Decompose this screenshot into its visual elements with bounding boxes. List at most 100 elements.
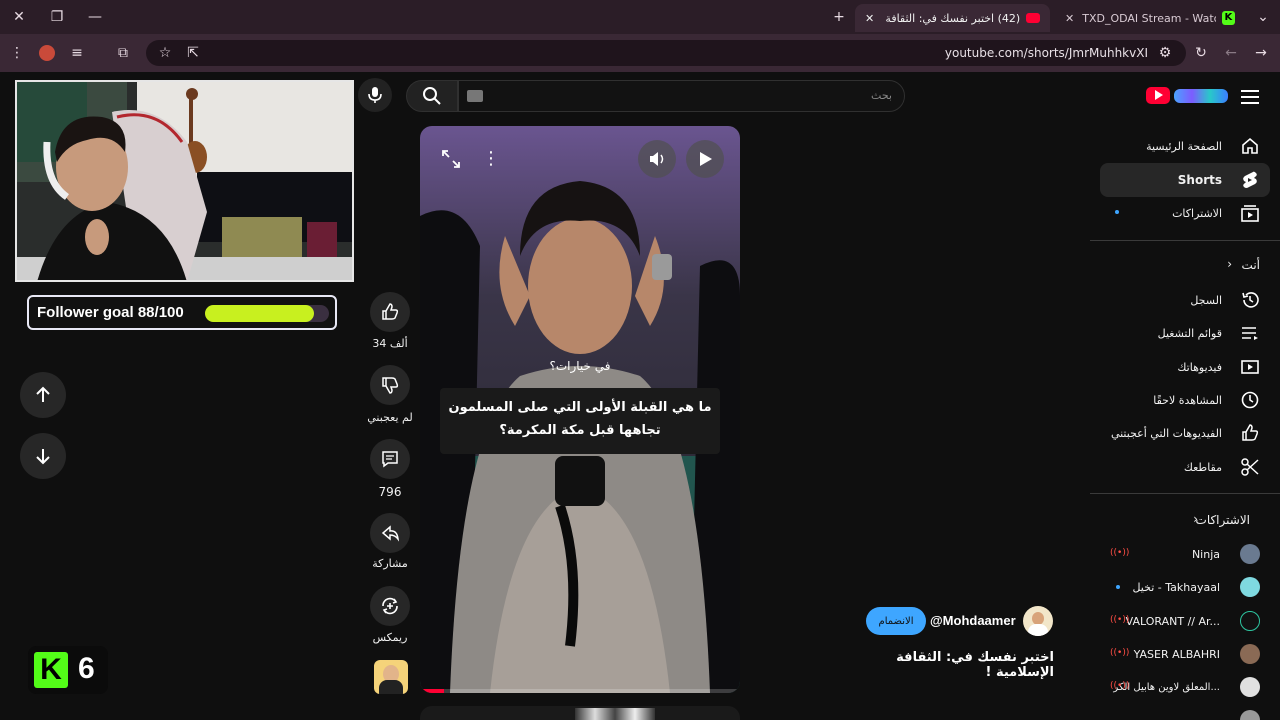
sound-thumbnail[interactable] xyxy=(374,660,408,694)
play-button[interactable] xyxy=(686,140,724,178)
thumbs-up-icon xyxy=(1242,424,1259,441)
follower-goal-track xyxy=(205,305,329,322)
menu-dots-icon[interactable]: ⋮ xyxy=(6,42,28,64)
thumbs-down-icon xyxy=(382,377,399,394)
reload-icon[interactable]: ↻ xyxy=(1190,42,1212,64)
remix-button[interactable] xyxy=(370,586,410,626)
sidebar-item-label: الصفحة الرئيسية xyxy=(1146,139,1222,153)
kick-logo-icon: K xyxy=(34,652,68,688)
dislike-button[interactable] xyxy=(370,365,410,405)
subscription-name: YASER ALBAHRI xyxy=(1133,647,1220,661)
sidebar-item-label: Shorts xyxy=(1177,173,1222,187)
sidebar-divider xyxy=(1090,240,1280,241)
follower-goal-fill xyxy=(205,305,315,322)
extensions-icon[interactable]: ⧉ xyxy=(112,42,134,64)
share-page-icon[interactable]: ⇱ xyxy=(182,42,204,64)
close-tab-icon[interactable]: ✕ xyxy=(865,12,874,25)
extension-avatar-icon[interactable] xyxy=(36,42,58,64)
fullscreen-icon[interactable] xyxy=(440,148,462,170)
bookmark-star-icon[interactable]: ☆ xyxy=(154,42,176,64)
doodle-logo-icon xyxy=(1174,89,1228,103)
sidebar-item-label: مقاطعك xyxy=(1183,460,1222,474)
url-text[interactable]: youtube.com/shorts/JmrMuhhkvXI xyxy=(945,46,1148,60)
keyboard-icon[interactable] xyxy=(467,90,483,102)
channel-avatar-body xyxy=(1028,624,1048,636)
voice-search-button[interactable] xyxy=(358,78,392,112)
more-options-icon[interactable]: ⋮ xyxy=(482,148,500,170)
restore-window-icon[interactable]: ❐ xyxy=(46,6,68,28)
live-icon: ((•)) xyxy=(1110,681,1130,691)
video-progress-bar[interactable] xyxy=(420,689,740,693)
media-controls-icon[interactable]: ≡ xyxy=(66,42,88,64)
kick-count: 6 xyxy=(78,652,95,685)
youtube-logo[interactable] xyxy=(1146,86,1228,106)
next-short-preview[interactable] xyxy=(420,706,740,720)
subscription-item[interactable]: ((•)) Ninja xyxy=(1100,539,1270,569)
sidebar-section-title: أنت xyxy=(1241,258,1260,272)
channel-avatar xyxy=(1240,577,1260,597)
volume-button[interactable] xyxy=(638,140,676,178)
microphone-icon xyxy=(368,87,382,103)
caption-line-2: تجاهها قبل مكة المكرمة؟ xyxy=(499,423,661,438)
sidebar-item-label: السجل xyxy=(1190,293,1222,307)
close-tab-icon[interactable]: ✕ xyxy=(1065,12,1074,25)
subscription-name: تخيل - Takhayaal xyxy=(1132,580,1220,594)
tab-kick-stream[interactable]: ✕ TXD_ODAI Stream - Watch Live K xyxy=(1055,4,1245,32)
minimize-window-icon[interactable]: — xyxy=(84,6,106,28)
site-settings-icon[interactable]: ⚙ xyxy=(1154,42,1176,64)
comments-button[interactable] xyxy=(370,439,410,479)
arrow-up-icon xyxy=(36,386,50,402)
tab-youtube-shorts[interactable]: ✕ (42) اختبر نفسك في: الثقافة الإسلا xyxy=(855,4,1050,32)
hamburger-menu-icon[interactable] xyxy=(1241,88,1259,104)
tab-search-chevron-icon[interactable]: ⌄ xyxy=(1252,6,1274,28)
close-window-icon[interactable]: ✕ xyxy=(8,6,30,28)
search-icon xyxy=(423,87,441,105)
channel-avatar[interactable] xyxy=(1023,606,1053,636)
search-button[interactable] xyxy=(406,80,458,112)
chevron-right-icon: › xyxy=(1227,257,1232,271)
search-input[interactable]: بحث xyxy=(458,80,905,112)
share-button[interactable] xyxy=(370,513,410,553)
subscription-item[interactable]: ((•)) YASER ALBAHRI xyxy=(1100,639,1270,669)
subscription-item[interactable]: ((•)) VALORANT // Ar... xyxy=(1100,606,1270,636)
new-tab-icon[interactable]: + xyxy=(828,6,850,28)
join-button[interactable]: الانضمام xyxy=(866,607,926,635)
subscription-item[interactable]: تخيل - Takhayaal xyxy=(1100,572,1270,602)
sidebar-item-subscriptions[interactable]: الاشتراكات xyxy=(1100,196,1270,230)
channel-handle[interactable]: @Mohdaamer xyxy=(930,613,1016,628)
short-title[interactable]: اختبر نفسك في: الثقافة الإسلامية ! xyxy=(866,650,1054,680)
subscription-item[interactable]: ((•)) المعلق لاوين هابيل الكر... xyxy=(1100,672,1270,702)
sidebar-item-liked-videos[interactable]: الفيديوهات التي أعجبتني xyxy=(1100,416,1270,450)
short-video-player[interactable]: في خيارات؟ ما هي القبلة الأولى التي صلى … xyxy=(420,126,740,693)
clock-icon xyxy=(1241,391,1259,409)
sidebar-item-label: المشاهدة لاحقًا xyxy=(1153,393,1222,407)
history-icon xyxy=(1242,292,1259,308)
forward-icon[interactable]: ← xyxy=(1220,42,1242,64)
comments-count: 796 xyxy=(378,485,402,499)
sidebar-you-header[interactable]: أنت › xyxy=(1100,248,1270,282)
channel-avatar xyxy=(1240,677,1260,697)
sidebar-item-your-videos[interactable]: فيديوهاتك xyxy=(1100,350,1270,384)
sidebar-item-label: فيديوهاتك xyxy=(1177,360,1222,374)
sidebar-item-playlists[interactable]: قوائم التشغيل xyxy=(1100,316,1270,350)
like-button[interactable] xyxy=(370,292,410,332)
chevron-right-icon: › xyxy=(1193,512,1198,526)
sidebar-subscriptions-header[interactable]: الاشتراكات › xyxy=(1100,503,1270,537)
sidebar-item-history[interactable]: السجل xyxy=(1100,283,1270,317)
next-short-thumbnail xyxy=(575,708,655,720)
comment-icon xyxy=(382,451,398,468)
previous-short-button[interactable] xyxy=(20,372,66,418)
sidebar-item-watch-later[interactable]: المشاهدة لاحقًا xyxy=(1100,383,1270,417)
sidebar-item-clips[interactable]: مقاطعك xyxy=(1100,450,1270,484)
sidebar-item-label: قوائم التشغيل xyxy=(1157,326,1222,340)
remix-label: ريمكس xyxy=(372,631,408,644)
scissors-icon xyxy=(1241,458,1259,476)
caption-line-1: ما هي القبلة الأولى التي صلى المسلمون xyxy=(448,400,712,415)
sidebar-item-home[interactable]: الصفحة الرئيسية xyxy=(1100,129,1270,163)
kick-favicon-icon: K xyxy=(1221,11,1235,25)
share-icon xyxy=(381,525,400,542)
kick-counter-widget: K 6 xyxy=(28,646,108,694)
back-icon[interactable]: → xyxy=(1250,42,1272,64)
sidebar-item-shorts[interactable]: Shorts xyxy=(1100,163,1270,197)
next-short-button[interactable] xyxy=(20,433,66,479)
